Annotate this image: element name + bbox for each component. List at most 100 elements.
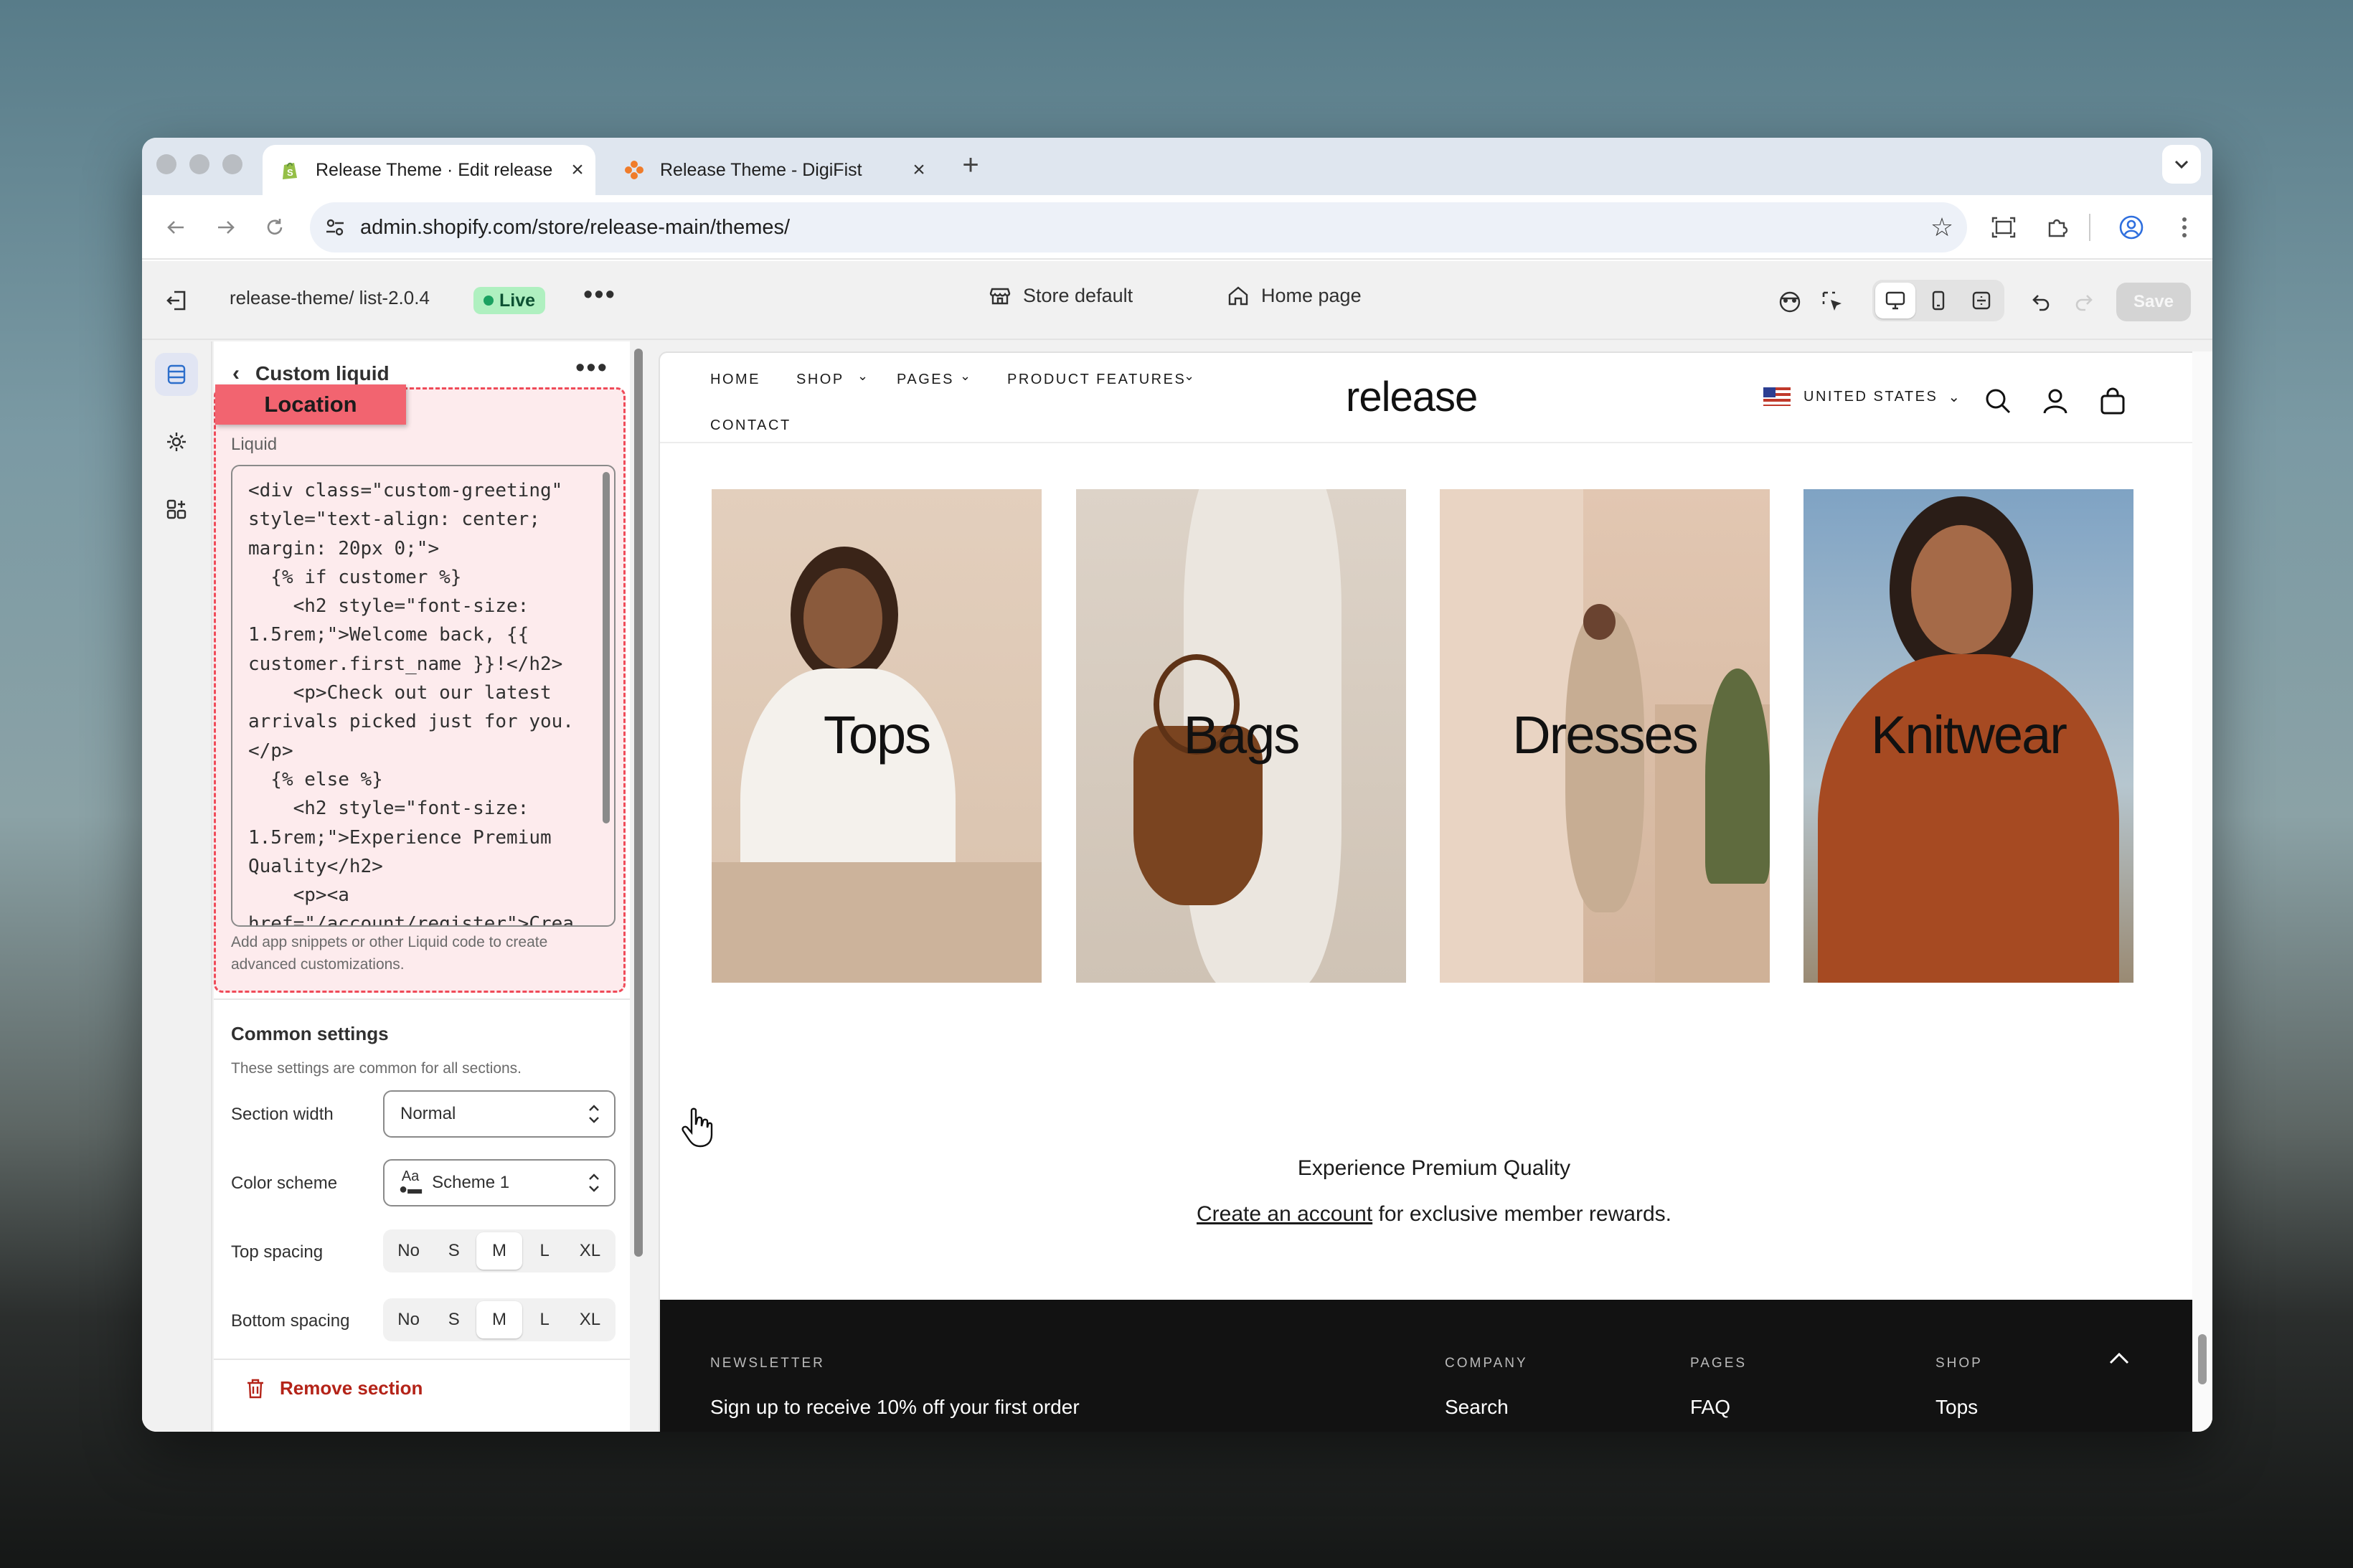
browser-tab-digifist[interactable]: Release Theme - DigiFist ×	[607, 145, 937, 195]
page-selector[interactable]: Home page	[1227, 284, 1362, 307]
browser-window: S Release Theme · Edit release × Release…	[142, 138, 2212, 1432]
top-spacing-xl[interactable]: XL	[567, 1232, 613, 1270]
divider	[214, 1359, 630, 1360]
account-icon[interactable]	[2039, 384, 2072, 417]
close-tab-icon[interactable]: ×	[901, 158, 937, 182]
editor-header: release-theme/ list-2.0.4 Live ••• Store…	[142, 261, 2212, 340]
nav-pages[interactable]: PAGES	[897, 372, 954, 388]
liquid-code-editor[interactable]: <div class="custom-greeting" style="text…	[231, 465, 616, 927]
bottom-spacing-l[interactable]: L	[522, 1301, 567, 1338]
section-width-select[interactable]: Normal	[383, 1090, 616, 1138]
redo-icon[interactable]	[2065, 283, 2103, 321]
nav-shop[interactable]: SHOP	[796, 372, 844, 388]
collection-label-dresses: Dresses	[1512, 705, 1698, 765]
country-selector[interactable]: UNITED STATES ⌄	[1763, 387, 1962, 406]
top-spacing-l[interactable]: L	[522, 1232, 567, 1270]
bottom-spacing-no[interactable]: No	[386, 1301, 431, 1338]
screen-capture-icon[interactable]	[1983, 207, 2024, 248]
store-selector[interactable]: Store default	[989, 284, 1133, 307]
live-status-badge: Live	[473, 287, 546, 314]
color-scheme-select[interactable]: Aa ●▬ Scheme 1	[383, 1159, 616, 1206]
extensions-puzzle-icon[interactable]	[2036, 207, 2078, 248]
nav-contact[interactable]: CONTACT	[710, 417, 791, 434]
chevron-down-icon: ⌄	[960, 369, 973, 383]
zoom-window-dot[interactable]	[222, 154, 242, 174]
minimize-window-dot[interactable]	[189, 154, 209, 174]
remove-section-button[interactable]: Remove section	[245, 1377, 423, 1399]
nav-product-features[interactable]: PRODUCT FEATURES	[1007, 372, 1186, 388]
top-spacing-m[interactable]: M	[476, 1232, 522, 1270]
footer-link-search[interactable]: Search	[1445, 1396, 1509, 1419]
address-bar[interactable]: admin.shopify.com/store/release-main/the…	[310, 202, 1967, 252]
bookmark-star-icon[interactable]: ☆	[1917, 212, 1967, 242]
liquid-help-text: Add app snippets or other Liquid code to…	[231, 934, 548, 973]
url-text[interactable]: admin.shopify.com/store/release-main/the…	[360, 216, 1917, 240]
panel-scrollbar[interactable]	[630, 341, 647, 1432]
trash-icon	[247, 1379, 263, 1398]
nav-home[interactable]: HOME	[710, 372, 760, 388]
footer-link-faq[interactable]: FAQ	[1690, 1396, 1730, 1419]
knit-sweater-shape	[1818, 654, 2119, 983]
back-arrow-icon[interactable]	[155, 207, 197, 248]
digifist-icon	[625, 161, 643, 179]
store-selector-label: Store default	[1023, 284, 1133, 306]
store-logo[interactable]: release	[1346, 373, 1478, 421]
window-controls	[156, 154, 242, 174]
device-toggle-group	[1872, 280, 2004, 321]
common-settings-title: Common settings	[231, 1023, 389, 1044]
new-tab-plus-icon[interactable]: +	[953, 149, 989, 181]
collection-card-knitwear[interactable]: Knitwear	[1803, 489, 2133, 983]
exit-editor-icon[interactable]	[159, 283, 195, 318]
save-button[interactable]: Save	[2116, 283, 2191, 321]
inspector-select-icon[interactable]	[1814, 283, 1852, 321]
desktop-view-icon[interactable]	[1875, 283, 1915, 318]
preview-scrollbar[interactable]	[2192, 351, 2212, 1432]
footer-company-heading: COMPANY	[1445, 1356, 1528, 1371]
browser-menu-kebab-icon[interactable]	[2164, 207, 2205, 248]
forward-arrow-icon[interactable]	[205, 207, 247, 248]
section-more-icon[interactable]: •••	[575, 353, 608, 384]
site-settings-icon[interactable]	[310, 217, 360, 238]
section-width-label: Section width	[231, 1105, 334, 1124]
bottom-spacing-s[interactable]: S	[431, 1301, 476, 1338]
back-to-top-chevron-icon[interactable]	[2105, 1344, 2133, 1373]
collection-card-tops[interactable]: Tops	[712, 489, 1042, 983]
undo-icon[interactable]	[2022, 283, 2060, 321]
footer-newsletter-heading: NEWSLETTER	[710, 1356, 825, 1371]
profile-avatar-icon[interactable]	[2111, 207, 2152, 248]
collection-card-dresses[interactable]: Dresses	[1440, 489, 1770, 983]
footer-link-tops[interactable]: Tops	[1935, 1396, 1978, 1419]
app-embeds-icon[interactable]	[1770, 283, 1809, 321]
greeting-rest-text: for exclusive member rewards.	[1372, 1202, 1671, 1226]
liquid-code-text[interactable]: <div class="custom-greeting" style="text…	[248, 476, 585, 925]
top-spacing-no[interactable]: No	[386, 1232, 431, 1270]
store-search-icon[interactable]	[1981, 384, 2014, 417]
store-icon	[989, 288, 1011, 305]
storefront-preview: HOME SHOP ⌄ PAGES ⌄ PRODUCT FEATURES ⌄ C…	[659, 351, 2207, 1432]
collection-label-knitwear: Knitwear	[1871, 705, 2067, 765]
common-settings-subtitle: These settings are common for all sectio…	[231, 1060, 522, 1077]
chevron-down-icon: ⌄	[857, 369, 870, 383]
apps-blocks-icon[interactable]	[155, 488, 198, 531]
cart-bag-icon[interactable]	[2096, 384, 2129, 417]
code-scrollbar[interactable]	[603, 472, 610, 823]
bottom-spacing-m[interactable]: M	[476, 1301, 522, 1338]
reload-icon[interactable]	[254, 207, 296, 248]
theme-editor: release-theme/ list-2.0.4 Live ••• Store…	[142, 261, 2212, 1432]
fullscreen-view-icon[interactable]	[1961, 283, 2001, 318]
collection-card-bags[interactable]: Bags	[1076, 489, 1406, 983]
browser-tab-editor[interactable]: S Release Theme · Edit release ×	[263, 145, 595, 195]
create-account-link[interactable]: Create an account	[1197, 1202, 1372, 1226]
sections-icon[interactable]	[155, 353, 198, 396]
close-tab-icon[interactable]: ×	[560, 158, 595, 182]
bottom-spacing-label: Bottom spacing	[231, 1311, 350, 1331]
mobile-view-icon[interactable]	[1918, 283, 1958, 318]
bottom-spacing-xl[interactable]: XL	[567, 1301, 613, 1338]
theme-settings-gear-icon[interactable]	[155, 420, 198, 463]
close-window-dot[interactable]	[156, 154, 176, 174]
theme-actions-more-icon[interactable]: •••	[583, 280, 616, 311]
top-spacing-s[interactable]: S	[431, 1232, 476, 1270]
back-chevron-icon[interactable]: ‹	[232, 362, 240, 386]
footer-shop-heading: SHOP	[1935, 1356, 1983, 1371]
tab-search-chevron-icon[interactable]	[2162, 145, 2201, 184]
